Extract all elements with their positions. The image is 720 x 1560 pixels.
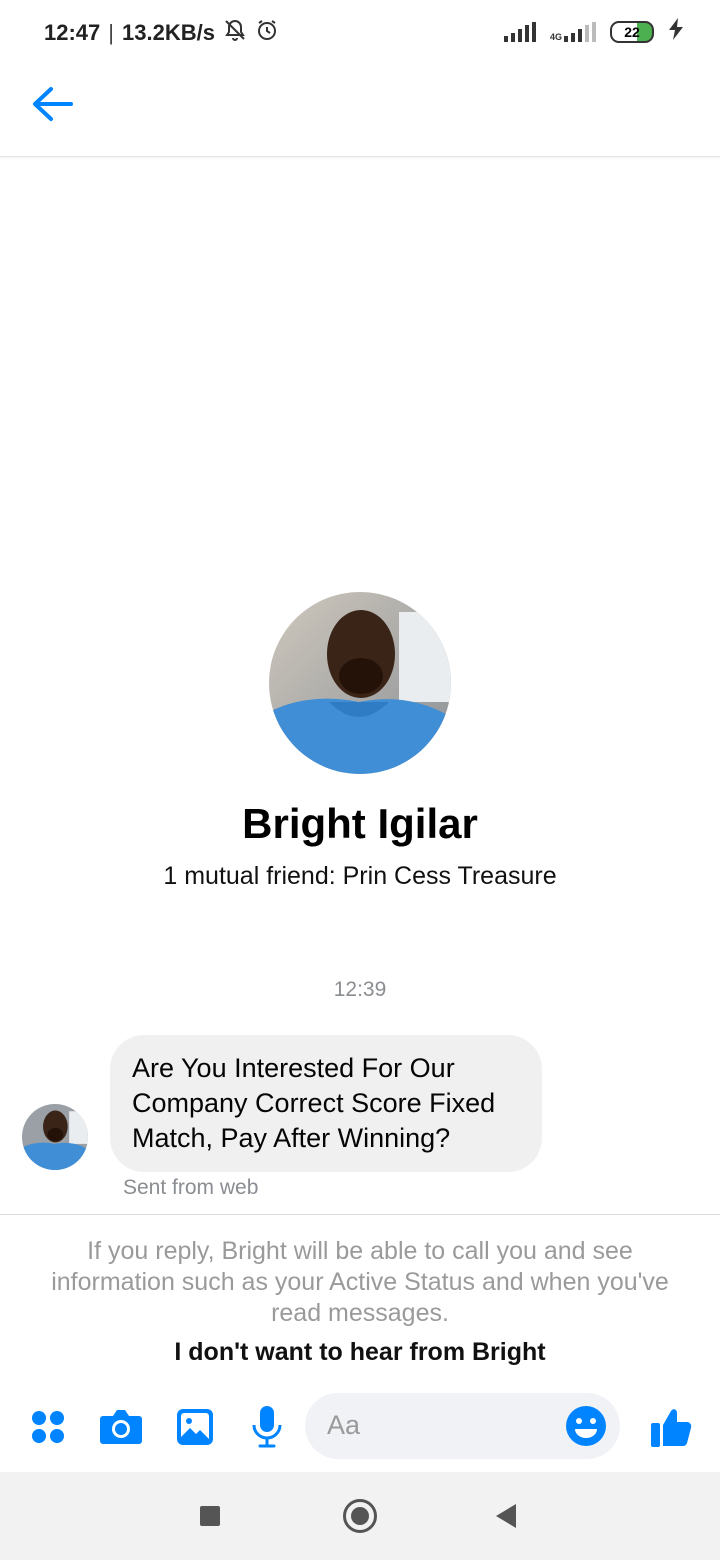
ignore-sender-button[interactable]: I don't want to hear from Bright bbox=[0, 1338, 720, 1367]
status-separator: | bbox=[108, 20, 114, 45]
network-speed: 13.2KB/s bbox=[122, 20, 215, 45]
alarm-icon bbox=[255, 18, 279, 48]
charging-icon bbox=[668, 18, 684, 45]
gallery-button[interactable] bbox=[170, 1404, 220, 1454]
thumbs-up-icon bbox=[649, 1405, 693, 1454]
conversation-header bbox=[0, 66, 720, 157]
message-input-placeholder: Aa bbox=[327, 1410, 361, 1440]
signal-icon bbox=[503, 21, 536, 42]
recent-apps-button[interactable] bbox=[200, 1506, 220, 1526]
camera-icon bbox=[99, 1408, 143, 1451]
apps-button[interactable] bbox=[23, 1404, 73, 1454]
emoji-icon[interactable] bbox=[564, 1404, 608, 1448]
system-nav-bar bbox=[0, 1472, 720, 1560]
battery-icon: 22 bbox=[610, 20, 654, 43]
back-button[interactable] bbox=[28, 86, 76, 126]
signal-4g-icon: 4G bbox=[549, 31, 562, 42]
status-bar: 12:47 | 13.2KB/s 4G 22 bbox=[0, 0, 720, 66]
like-button[interactable] bbox=[646, 1404, 696, 1454]
mutual-friends: 1 mutual friend: Prin Cess Treasure bbox=[163, 862, 557, 890]
message-timestamp: 12:39 bbox=[333, 978, 387, 1001]
message-composer: Aa bbox=[0, 1388, 720, 1470]
microphone-button[interactable] bbox=[242, 1404, 292, 1454]
system-back-button[interactable] bbox=[496, 1504, 516, 1528]
home-button[interactable] bbox=[343, 1499, 377, 1533]
battery-level: 22 bbox=[624, 23, 640, 40]
apps-icon bbox=[30, 1409, 66, 1450]
profile-avatar[interactable] bbox=[269, 592, 451, 774]
microphone-icon bbox=[251, 1405, 283, 1454]
profile-name: Bright Igilar bbox=[242, 800, 478, 847]
arrow-left-icon bbox=[31, 86, 73, 127]
signal-secondary-icon bbox=[564, 21, 596, 42]
bell-off-icon bbox=[223, 18, 247, 48]
message-input[interactable]: Aa bbox=[305, 1393, 620, 1459]
gallery-icon bbox=[176, 1408, 214, 1451]
clock: 12:47 bbox=[44, 20, 101, 45]
camera-button[interactable] bbox=[96, 1404, 146, 1454]
divider bbox=[0, 1214, 720, 1215]
message-bubble[interactable]: Are You Interested For Our Company Corre… bbox=[110, 1035, 542, 1172]
message-source: Sent from web bbox=[123, 1176, 259, 1199]
request-notice: If you reply, Bright will be able to cal… bbox=[51, 1237, 669, 1327]
sender-avatar[interactable] bbox=[22, 1104, 88, 1170]
